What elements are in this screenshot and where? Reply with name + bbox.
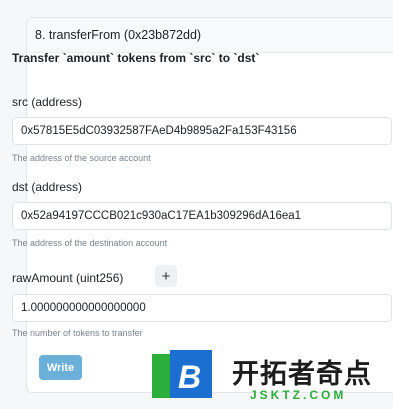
function-header-label: 8. transferFrom (0x23b872dd) [35,28,202,42]
watermark-url: JSKTZ.COM [250,388,347,402]
amount-label: rawAmount (uint256) [12,271,124,285]
dst-hint: The address of the destination account [12,238,168,248]
src-hint: The address of the source account [12,153,151,163]
function-header[interactable]: 8. transferFrom (0x23b872dd) [27,18,393,53]
src-label: src (address) [12,95,83,109]
add-amount-button[interactable]: + [155,265,177,287]
write-button[interactable]: Write [39,355,82,380]
watermark: B 开拓者奇点 JSKTZ.COM [152,348,392,404]
amount-input[interactable]: 1.000000000000000000 [12,294,392,322]
amount-hint: The number of tokens to transfer [12,328,143,338]
logo-letter: B [178,359,201,395]
src-input[interactable]: 0x57815E5dC03932587FAeD4b9895a2Fa153F431… [12,117,392,145]
dst-label: dst (address) [12,180,83,194]
watermark-title: 开拓者奇点 [232,359,372,389]
write-button-label: Write [46,361,75,374]
function-description: Transfer `amount` tokens from `src` to `… [12,51,260,65]
plus-icon: + [161,267,171,285]
dst-input[interactable]: 0x52a94197CCCB021c930aC17EA1b309296dA16e… [12,202,392,230]
